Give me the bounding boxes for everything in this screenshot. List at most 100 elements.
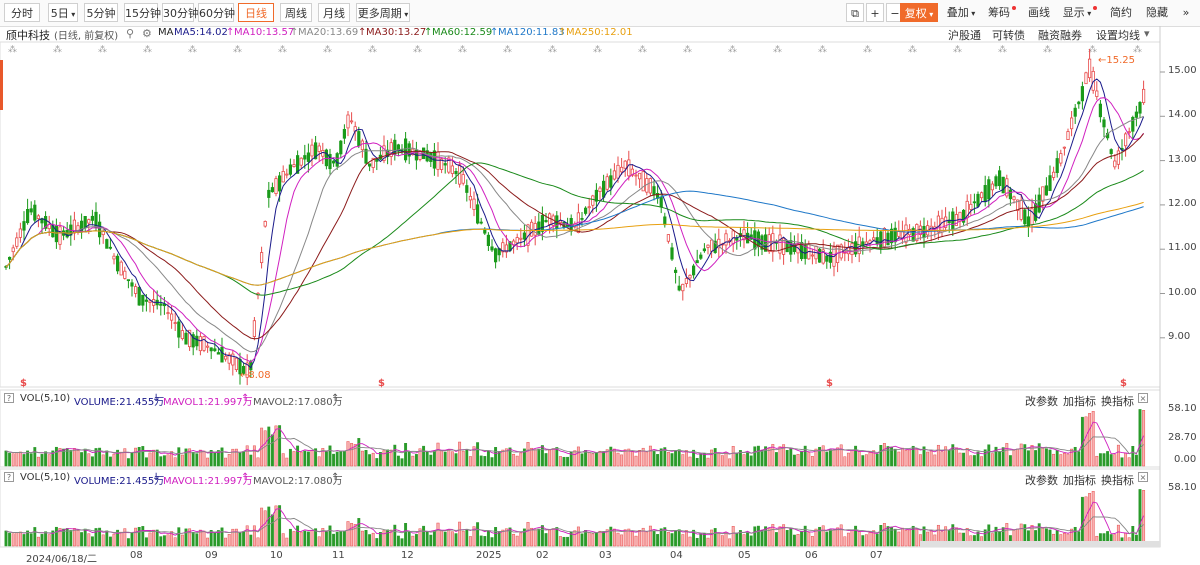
volume-bar xyxy=(112,533,116,547)
candle-body xyxy=(112,255,116,260)
volume-bar xyxy=(281,453,285,467)
volume-bar xyxy=(1084,496,1088,547)
switch-indicator-button[interactable]: 换指标 xyxy=(1101,393,1134,409)
candle-body xyxy=(872,237,876,241)
volume-bar xyxy=(371,532,375,547)
volume-bar xyxy=(807,532,811,547)
candle-body xyxy=(205,345,210,348)
candle-body xyxy=(443,163,447,166)
candle-body xyxy=(1077,101,1081,105)
volume-bar xyxy=(328,525,332,547)
volume-bar xyxy=(256,457,260,467)
close-icon[interactable]: × xyxy=(1138,472,1148,482)
volume-bar xyxy=(749,535,753,547)
candle-body xyxy=(515,237,519,244)
add-indicator-button[interactable]: 加指标 xyxy=(1063,472,1096,488)
candle-body xyxy=(116,255,120,272)
candle-body xyxy=(270,187,275,193)
volume-bar xyxy=(864,454,868,467)
volume-bar xyxy=(998,451,1002,467)
volume-bar xyxy=(652,530,656,547)
volume-bar xyxy=(270,514,274,547)
candle-body xyxy=(994,176,998,187)
help-icon[interactable]: ? xyxy=(4,472,14,482)
add-indicator-button[interactable]: 加指标 xyxy=(1063,393,1096,409)
volume-bar xyxy=(839,444,843,467)
volume-bar xyxy=(213,452,217,467)
candle-body xyxy=(1052,171,1056,178)
volume-bar xyxy=(1120,457,1124,467)
volume-bar xyxy=(267,426,271,467)
volume-bar xyxy=(11,453,15,467)
volume-bar xyxy=(432,530,436,547)
close-icon[interactable]: × xyxy=(1138,393,1148,403)
candle-body xyxy=(479,221,483,224)
volume-bar xyxy=(206,537,210,547)
volume-bar xyxy=(825,451,829,467)
date-tick: 09 xyxy=(205,550,218,561)
volume-bar xyxy=(177,527,181,547)
volume-bar xyxy=(1034,450,1038,467)
candle-body xyxy=(609,175,613,188)
dividend-marker: $ xyxy=(826,378,833,389)
candle-body xyxy=(1116,150,1120,165)
volume-bar xyxy=(630,530,634,547)
volume-bar xyxy=(429,454,433,467)
volume-bar xyxy=(854,525,858,547)
candle-body xyxy=(1134,111,1138,118)
volume-bar xyxy=(789,527,793,547)
volume-bar xyxy=(87,453,91,467)
change-params-button[interactable]: 改参数 xyxy=(1025,393,1058,409)
dividend-marker: $ xyxy=(1120,378,1127,389)
volume-bar xyxy=(778,446,782,467)
candle-body xyxy=(936,215,941,233)
grid-marker: ⁂ xyxy=(323,44,332,55)
volume-bar xyxy=(476,442,480,467)
volume-bar xyxy=(1073,446,1077,467)
volume-bar xyxy=(958,452,962,467)
switch-indicator-button[interactable]: 换指标 xyxy=(1101,472,1134,488)
volume-bar xyxy=(18,531,22,547)
candle-body xyxy=(202,336,206,351)
volume-bar xyxy=(270,434,274,467)
volume-bar xyxy=(1116,444,1120,467)
candle-body xyxy=(1138,102,1142,114)
candle-body xyxy=(544,220,548,223)
volume-bar xyxy=(879,445,883,467)
volume-bar xyxy=(350,523,354,547)
candle-body xyxy=(638,172,642,180)
volume-bar xyxy=(29,453,33,467)
change-params-button[interactable]: 改参数 xyxy=(1025,472,1058,488)
candle-body xyxy=(1084,72,1088,85)
vol-volume: VOLUME:21.455万 xyxy=(74,397,165,408)
candle-body xyxy=(782,238,786,255)
volume-bar xyxy=(746,451,750,467)
down-arrow-icon: ↓ xyxy=(152,393,161,404)
candle-body xyxy=(15,237,19,247)
candle-body xyxy=(213,348,217,352)
volume-bar xyxy=(774,532,778,547)
scrollbar-thumb[interactable] xyxy=(920,541,1160,547)
volume-bar xyxy=(512,453,516,467)
volume-bar xyxy=(162,455,166,467)
volume-bar xyxy=(375,458,379,467)
volume-bar xyxy=(461,450,465,467)
candle-body xyxy=(1080,86,1084,102)
volume-bar xyxy=(724,452,728,467)
up-arrow-icon: ↑ xyxy=(241,472,250,483)
volume-bar xyxy=(80,532,84,547)
candle-body xyxy=(7,256,12,260)
help-icon[interactable]: ? xyxy=(4,393,14,403)
volume-bar xyxy=(875,533,879,547)
volume-bar xyxy=(648,525,652,547)
mavol-line-10 xyxy=(5,436,1144,455)
volume-bar xyxy=(202,530,206,547)
volume-bar xyxy=(393,444,397,467)
volume-bar xyxy=(252,525,256,547)
volume-bar xyxy=(594,532,598,547)
candle-body xyxy=(342,128,347,139)
candle-body xyxy=(587,206,591,209)
volume-bar xyxy=(274,505,278,547)
volume-bar xyxy=(868,452,872,467)
volume-bar xyxy=(864,534,868,547)
